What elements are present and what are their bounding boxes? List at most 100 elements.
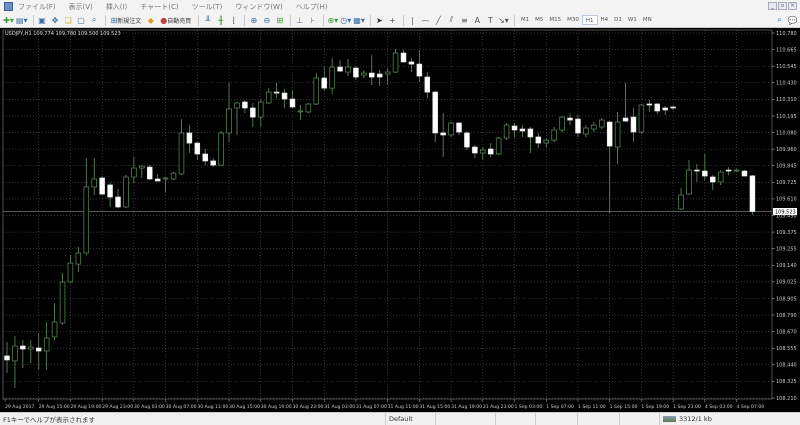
data-window-icon[interactable]: ✥ [50, 15, 61, 26]
arrows-icon[interactable]: ↘▾ [498, 15, 509, 26]
periods-icon[interactable]: ◷▾ [340, 15, 351, 26]
text-icon[interactable]: A [472, 15, 483, 26]
candle-body-bullish [686, 169, 692, 195]
candle [107, 182, 113, 207]
meta-editor-icon[interactable]: ◆ [145, 15, 156, 26]
timeframe-m15[interactable]: M15 [546, 15, 564, 25]
line-chart-icon[interactable]: ⌊ [228, 15, 239, 26]
menu-view[interactable]: 表示(V) [69, 2, 93, 12]
y-tick-label: 109.960 [776, 147, 797, 153]
auto-trading-button[interactable]: ● 自動売買 [158, 15, 193, 26]
market-watch-icon[interactable]: ▣ [37, 15, 48, 26]
price-chart[interactable]: 110.780 110.665 110.545 110.430 110.310 110.1… [0, 28, 800, 412]
candle-body-bearish [99, 177, 105, 195]
y-tick-label: 108.670 [776, 329, 797, 335]
candle [162, 177, 169, 193]
x-tick-label: 31 Aug 19:00 [451, 404, 482, 410]
new-order-button[interactable]: ⊞ 新規注文 [109, 15, 144, 26]
timeframe-m1[interactable]: M1 [518, 15, 532, 25]
y-tick-label: 110.195 [776, 114, 797, 120]
bar-chart-icon[interactable]: ╨ [202, 15, 213, 26]
y-tick-label: 110.545 [776, 64, 797, 70]
candlestick-icon[interactable]: ╫ [215, 15, 226, 26]
menu-insert[interactable]: 挿入(I) [106, 2, 128, 12]
candle-body-bearish [646, 103, 653, 106]
candle [440, 113, 446, 157]
y-tick-label: 109.140 [776, 263, 797, 269]
candle-body-bullish [12, 345, 18, 362]
candle-body-bullish [559, 116, 565, 131]
candle-body-bearish [710, 176, 716, 183]
candle [694, 164, 700, 182]
candle [12, 335, 18, 389]
candle [329, 57, 335, 95]
candle-body-bearish [630, 116, 637, 133]
strategy-tester-icon[interactable]: ⌕ [89, 15, 100, 26]
candle [194, 142, 201, 160]
x-tick-label: 31 Aug 23:00 [483, 404, 514, 410]
fibonacci-icon[interactable]: ≡ [459, 15, 470, 26]
search-icon[interactable]: ⌕ [774, 15, 785, 26]
navigator-icon[interactable]: ❏ [63, 15, 74, 26]
chart-window[interactable]: 110.780 110.665 110.545 110.430 110.310 110.1… [0, 28, 800, 412]
timeframe-h4[interactable]: H4 [598, 15, 612, 25]
timeframe-d1[interactable]: D1 [611, 15, 625, 25]
separator [32, 14, 34, 26]
chart-shift-icon[interactable]: ⊦ [307, 15, 318, 26]
timeframe-m5[interactable]: M5 [532, 15, 546, 25]
connection-status[interactable]: 3312/1 kb [659, 412, 800, 425]
menu-tools[interactable]: ツール(T) [192, 2, 223, 12]
candle-body-bearish [670, 106, 676, 109]
candle-body-bearish [527, 128, 534, 138]
y-tick-label: 108.905 [776, 296, 797, 302]
candle-body-bearish [194, 142, 201, 155]
candle-body-bearish [250, 107, 256, 118]
trendline-icon[interactable]: ╱ [433, 15, 444, 26]
candle [297, 105, 304, 121]
timeframe-m30[interactable]: M30 [564, 15, 582, 25]
timeframe-mn[interactable]: MN [640, 15, 655, 25]
timeframe-h1[interactable]: H1 [581, 15, 598, 25]
restore-icon[interactable]: ▫ [778, 2, 787, 10]
menu-chart[interactable]: チャート(C) [140, 2, 178, 12]
autoscroll-icon[interactable]: ⊥ [294, 15, 305, 26]
indicators-icon[interactable]: ⊕▾ [327, 15, 338, 26]
candle [432, 91, 438, 143]
candle [265, 88, 272, 105]
menu-window[interactable]: ウィンドウ(W) [235, 2, 282, 12]
candle-body-bullish [59, 281, 66, 324]
candle-body-bearish [662, 107, 668, 111]
candle-body-bullish [329, 66, 335, 89]
candle [67, 254, 74, 283]
zoom-out-icon[interactable]: ⊖ [261, 15, 272, 26]
candle-body-bullish [297, 110, 304, 113]
current-price-label: 109.523 [775, 209, 796, 215]
chat-icon[interactable]: 💬 [787, 15, 798, 26]
new-chart-icon[interactable]: ✚▾ [3, 15, 14, 26]
text-label-icon[interactable]: T [485, 15, 496, 26]
equidistant-channel-icon[interactable]: ⫽ [446, 15, 457, 26]
candle [305, 103, 312, 114]
menu-file[interactable]: ファイル(F) [18, 2, 56, 12]
candle-body-bullish [28, 346, 34, 350]
y-tick-label: 110.665 [776, 47, 797, 53]
timeframe-w1[interactable]: W1 [625, 15, 640, 25]
y-tick-label: 108.440 [776, 363, 797, 369]
candle [638, 104, 645, 134]
minimize-icon[interactable]: _ [768, 2, 777, 10]
crosshair-icon[interactable]: + [387, 15, 398, 26]
candle [345, 58, 351, 77]
horizontal-line-icon[interactable]: — [420, 15, 431, 26]
vertical-line-icon[interactable]: | [407, 15, 418, 26]
auto-trading-icon: ● [160, 15, 168, 25]
templates-icon[interactable]: ▦▾ [353, 15, 365, 26]
zoom-in-icon[interactable]: ⊕ [248, 15, 259, 26]
terminal-icon[interactable]: ▢ [76, 15, 87, 26]
menu-help[interactable]: ヘルプ(H) [296, 2, 328, 12]
tile-windows-icon[interactable]: ⊞ [274, 15, 285, 26]
candle-body-bearish [535, 136, 542, 144]
cursor-icon[interactable]: ➤ [374, 15, 385, 26]
close-icon[interactable]: × [788, 2, 797, 10]
profiles-icon[interactable]: ▤▾ [16, 15, 28, 26]
candle-body-bullish [178, 132, 185, 175]
